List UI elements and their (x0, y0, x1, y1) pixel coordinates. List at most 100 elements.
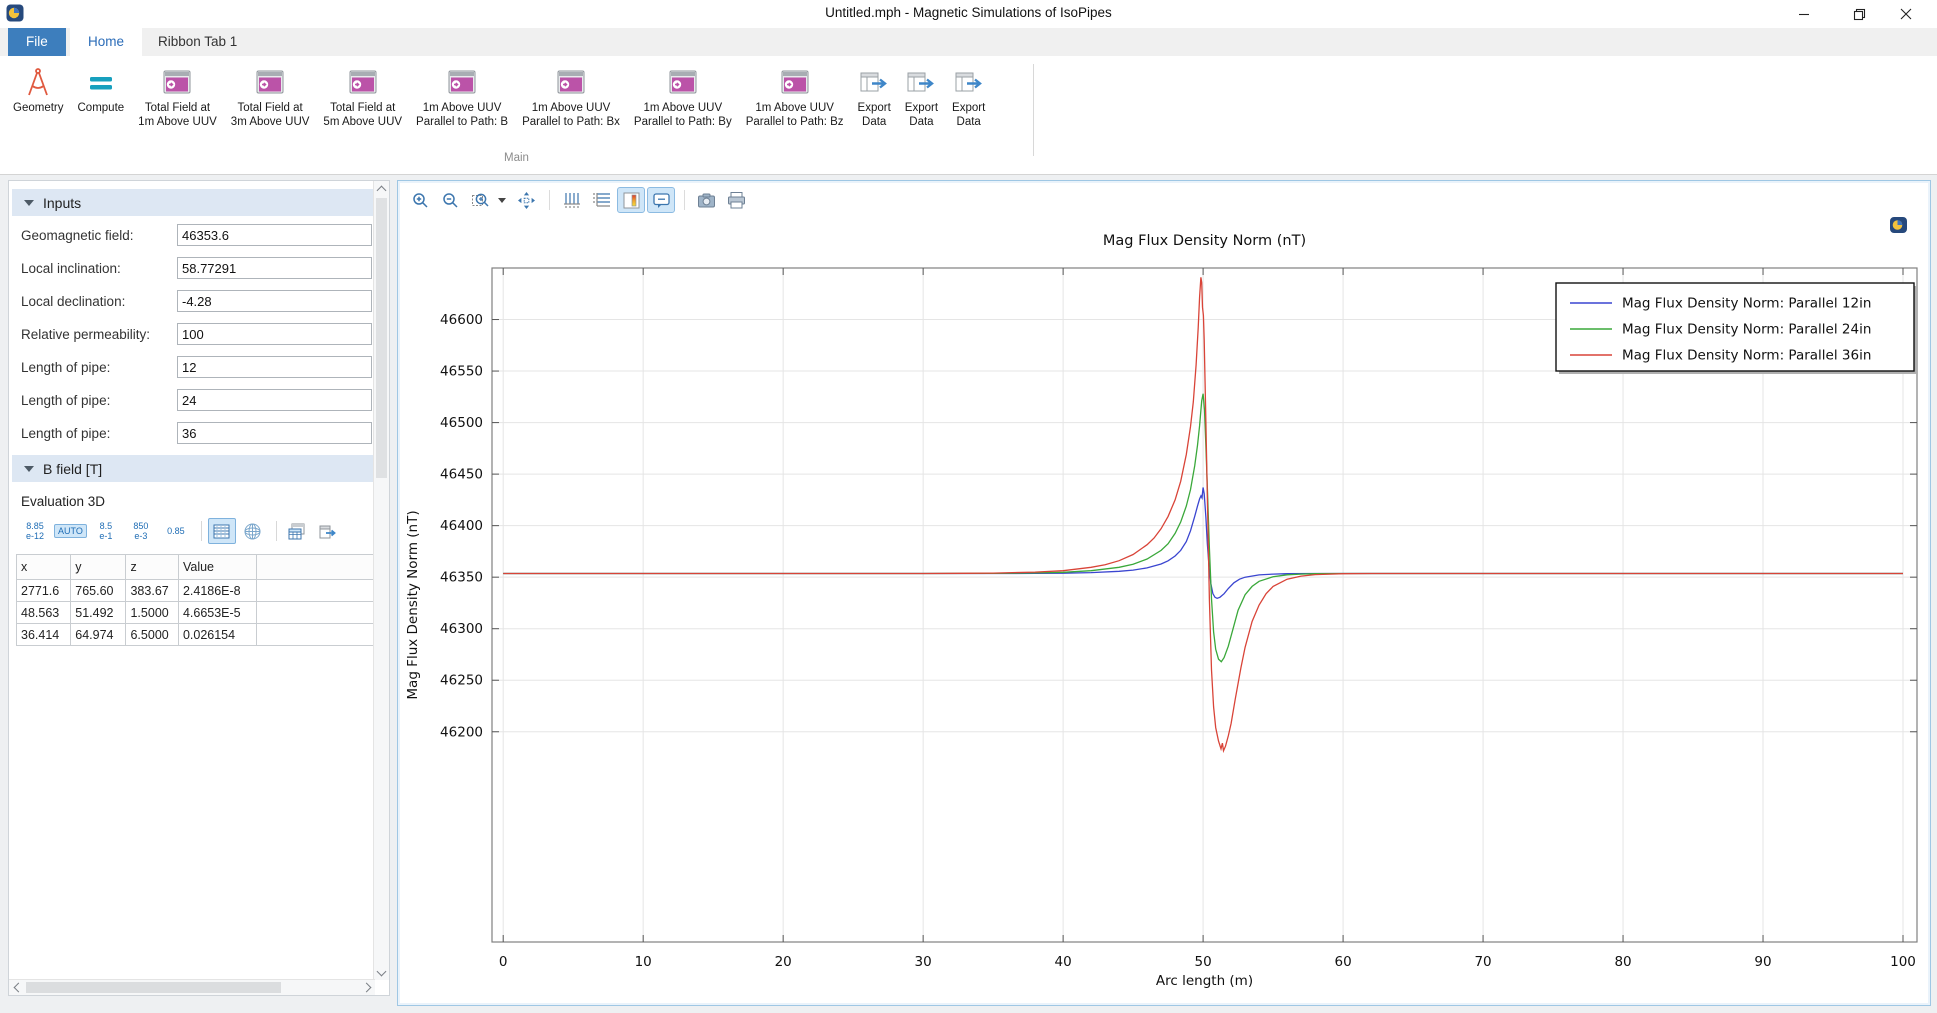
unit-button-0-85[interactable]: 0.85 (160, 524, 192, 538)
relative-permeability-input[interactable] (177, 323, 372, 345)
toolbar-separator (201, 521, 202, 541)
restore-button[interactable] (1836, 0, 1882, 28)
ribbon-button-label: Total Field at 1m Above UUV (138, 101, 217, 129)
horizontal-scroll-thumb[interactable] (26, 982, 281, 993)
ribbon-tab-row: File Home Ribbon Tab 1 (0, 28, 1937, 56)
scroll-right-arrow[interactable] (360, 980, 375, 995)
evaluation-toolbar: 8.85 e-12AUTO8.5 e-1850 e-30.85 (19, 518, 389, 544)
ribbon-button-1m-above-uuv-parallel-to-path-by[interactable]: 1m Above UUV Parallel to Path: By (627, 62, 739, 133)
column-header-filler (257, 555, 389, 580)
x-axis-grid-button[interactable] (557, 187, 585, 213)
section-header-inputs[interactable]: Inputs (12, 189, 386, 216)
scroll-left-arrow[interactable] (9, 980, 24, 995)
unit-button-850-e-3[interactable]: 850 e-3 (125, 519, 157, 543)
table-view-button[interactable] (208, 518, 236, 544)
sphere-view-button[interactable] (239, 518, 267, 544)
column-header-y: y (71, 555, 126, 580)
export-table-button[interactable] (314, 518, 342, 544)
cell-filler (257, 602, 389, 624)
print-button[interactable] (722, 187, 750, 213)
y-tick-label: 46400 (440, 518, 483, 534)
collapse-triangle-icon (24, 466, 34, 472)
scroll-down-arrow[interactable] (374, 965, 389, 980)
x-tick-label: 70 (1474, 954, 1491, 970)
table-row[interactable]: 2771.6765.60383.672.4186E-8 (17, 580, 389, 602)
settings-vertical-scrollbar[interactable] (373, 181, 389, 980)
settings-horizontal-scrollbar[interactable] (9, 979, 375, 995)
ribbon-button-label: 1m Above UUV Parallel to Path: By (634, 101, 732, 129)
graphics-window-icon[interactable] (1890, 217, 1907, 233)
ribbon-button-total-field-at-5m-above-uuv[interactable]: Total Field at 5m Above UUV (316, 62, 409, 133)
unit-button-auto[interactable]: AUTO (54, 524, 87, 538)
geometry-compass-icon (22, 66, 54, 98)
new-table-window-button[interactable] (283, 518, 311, 544)
ribbon-button-label: Geometry (13, 101, 64, 115)
ribbon-button-1m-above-uuv-parallel-to-path-b[interactable]: 1m Above UUV Parallel to Path: B (409, 62, 515, 133)
export-data-icon (953, 66, 985, 98)
local-inclination-input[interactable] (177, 257, 372, 279)
length-of-pipe-2-input[interactable] (177, 389, 372, 411)
plot-tooltip-icon (652, 191, 671, 210)
cell-filler (257, 580, 389, 602)
plot-group-icon (555, 66, 587, 98)
cell-y: 64.974 (71, 624, 126, 646)
zoom-box-button[interactable] (466, 187, 494, 213)
unit-button-8-5-e-1[interactable]: 8.5 e-1 (90, 519, 122, 543)
table-row[interactable]: 36.41464.9746.50000.026154 (17, 624, 389, 646)
zoom-out-icon (441, 191, 460, 210)
plot-canvas[interactable]: 0102030405060708090100462004625046300463… (400, 217, 1928, 1001)
application-window: { "window": { "title": "Untitled.mph - M… (0, 0, 1937, 1013)
tab-home[interactable]: Home (70, 28, 142, 56)
color-legend-button[interactable] (617, 187, 645, 213)
local-declination-input[interactable] (177, 290, 372, 312)
plot-group-icon (667, 66, 699, 98)
y-axis-label: Mag Flux Density Norm (nT) (405, 510, 421, 699)
length-of-pipe-2-label: Length of pipe: (21, 393, 110, 408)
zoom-box-dropdown-caret[interactable] (498, 198, 506, 203)
y-tick-label: 46450 (440, 467, 483, 483)
ribbon-button-export-data-1[interactable]: Export Data (851, 62, 898, 133)
cell-value: 4.6653E-5 (178, 602, 256, 624)
legend-label: Mag Flux Density Norm: Parallel 24in (1622, 322, 1871, 338)
scroll-up-arrow[interactable] (374, 181, 389, 196)
ribbon-button-1m-above-uuv-parallel-to-path-bx[interactable]: 1m Above UUV Parallel to Path: Bx (515, 62, 627, 133)
minimize-button[interactable] (1781, 0, 1827, 28)
cell-y: 765.60 (71, 580, 126, 602)
zoom-in-button[interactable] (406, 187, 434, 213)
ribbon-button-1m-above-uuv-parallel-to-path-bz[interactable]: 1m Above UUV Parallel to Path: Bz (739, 62, 851, 133)
ribbon: Geometry ComputeTotal Field at 1m Above U… (0, 56, 1937, 175)
table-view-icon (212, 522, 231, 541)
close-button[interactable] (1883, 0, 1929, 28)
ribbon-button-geometry[interactable]: Geometry (6, 62, 71, 119)
window-title: Untitled.mph - Magnetic Simulations of I… (0, 5, 1937, 20)
zoom-extents-button[interactable] (512, 187, 540, 213)
zoom-out-button[interactable] (436, 187, 464, 213)
unit-button-8-85-e-12[interactable]: 8.85 e-12 (19, 519, 51, 543)
x-tick-label: 90 (1754, 954, 1771, 970)
ribbon-button-export-data-2[interactable]: Export Data (898, 62, 945, 133)
cell-x: 36.414 (17, 624, 71, 646)
geomagnetic-field-input[interactable] (177, 224, 372, 246)
chevron-down-icon (377, 967, 387, 977)
tab-file[interactable]: File (8, 28, 66, 56)
length-of-pipe-3-input[interactable] (177, 422, 372, 444)
print-icon (727, 191, 746, 210)
tab-ribbon-tab-1[interactable]: Ribbon Tab 1 (140, 28, 255, 56)
ribbon-button-total-field-at-1m-above-uuv[interactable]: Total Field at 1m Above UUV (131, 62, 224, 133)
ribbon-button-compute[interactable]: Compute (71, 62, 132, 119)
table-row[interactable]: 48.56351.4921.50004.6653E-5 (17, 602, 389, 624)
toolbar-separator (684, 190, 685, 210)
vertical-scroll-thumb[interactable] (376, 198, 387, 478)
x-tick-label: 20 (775, 954, 792, 970)
export-data-icon (905, 66, 937, 98)
x-tick-label: 30 (915, 954, 932, 970)
section-header-bfield[interactable]: B field [T] (12, 455, 386, 482)
plot-tooltip-button[interactable] (647, 187, 675, 213)
snapshot-button[interactable] (692, 187, 720, 213)
length-of-pipe-1-input[interactable] (177, 356, 372, 378)
ribbon-button-export-data-3[interactable]: Export Data (945, 62, 992, 133)
y-axis-grid-button[interactable] (587, 187, 615, 213)
ribbon-button-total-field-at-3m-above-uuv[interactable]: Total Field at 3m Above UUV (224, 62, 317, 133)
minimize-icon (1798, 8, 1810, 20)
field-row-geomagnetic-field: Geomagnetic field: (9, 223, 389, 249)
